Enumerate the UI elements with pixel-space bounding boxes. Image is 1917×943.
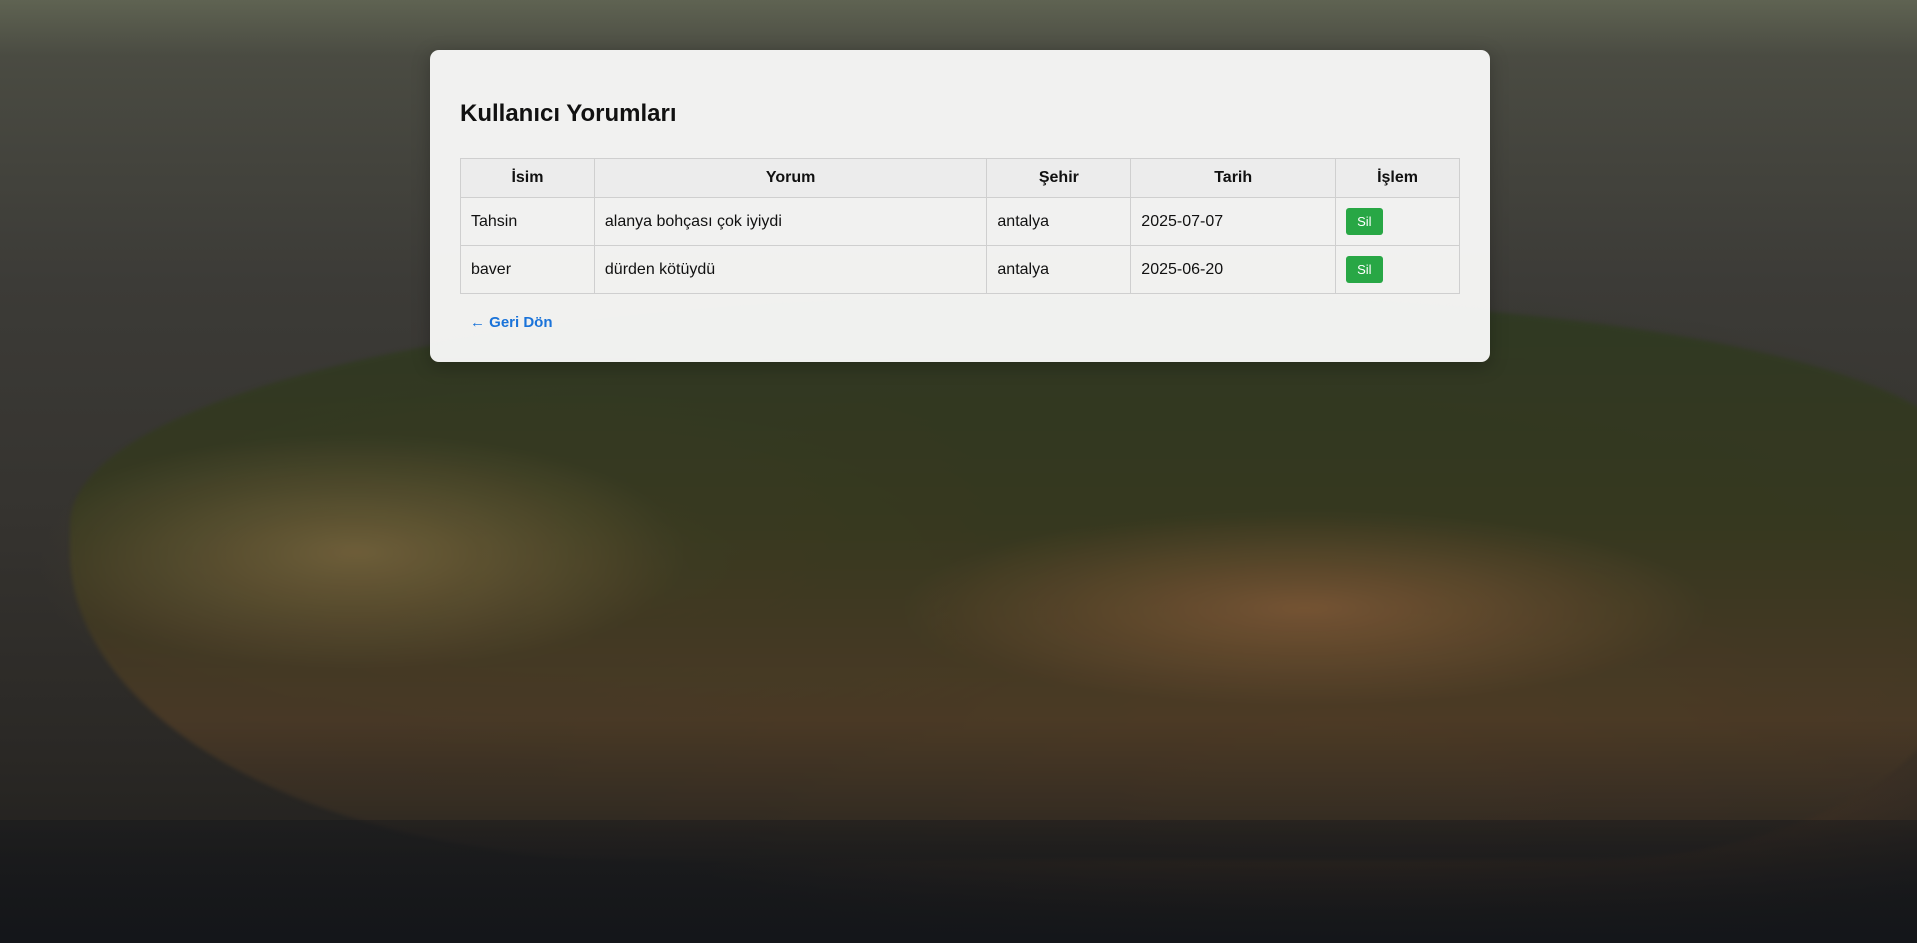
cell-action: Sil: [1335, 245, 1460, 294]
cell-city: antalya: [986, 245, 1132, 294]
comments-card: Kullanıcı Yorumları İsim Yorum Şehir Tar…: [430, 50, 1490, 362]
background-sea: [0, 820, 1917, 943]
delete-button[interactable]: Sil: [1346, 208, 1383, 235]
back-link[interactable]: ← Geri Dön: [470, 314, 553, 331]
header-comment: Yorum: [593, 158, 988, 198]
comments-table: İsim Yorum Şehir Tarih İşlem Tahsin alan…: [460, 158, 1460, 294]
table-header-row: İsim Yorum Şehir Tarih İşlem: [460, 158, 1460, 198]
delete-button[interactable]: Sil: [1346, 256, 1383, 283]
cell-comment: alanya bohçası çok iyiydi: [593, 197, 988, 246]
cell-name: baver: [460, 245, 595, 294]
cell-name: Tahsin: [460, 197, 595, 246]
cell-city: antalya: [986, 197, 1132, 246]
table-row: Tahsin alanya bohçası çok iyiydi antalya…: [460, 197, 1460, 246]
cell-action: Sil: [1335, 197, 1460, 246]
page-title: Kullanıcı Yorumları: [460, 100, 677, 127]
header-name: İsim: [460, 158, 595, 198]
cell-comment: dürden kötüydü: [593, 245, 988, 294]
cell-date: 2025-07-07: [1130, 197, 1337, 246]
background-island: [70, 300, 1917, 860]
header-action: İşlem: [1335, 158, 1460, 198]
cell-date: 2025-06-20: [1130, 245, 1337, 294]
header-city: Şehir: [986, 158, 1132, 198]
table-row: baver dürden kötüydü antalya 2025-06-20 …: [460, 245, 1460, 294]
header-date: Tarih: [1130, 158, 1337, 198]
